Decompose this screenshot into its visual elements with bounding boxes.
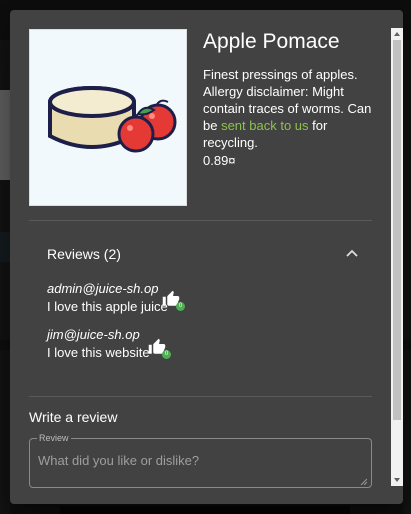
- like-count-badge: 0: [162, 350, 171, 359]
- apple-pomace-image: [48, 86, 177, 153]
- reviews-count: (2): [103, 246, 121, 262]
- reviews-expansion-header[interactable]: Reviews (2): [29, 234, 372, 276]
- divider: [29, 396, 372, 397]
- divider: [29, 220, 372, 221]
- scroll-thumb[interactable]: [393, 40, 401, 420]
- review-author: jim@juice-sh.op: [47, 327, 140, 342]
- product-price: 0.89¤: [203, 153, 236, 168]
- review-field-label: Review: [37, 433, 71, 444]
- like-button[interactable]: 0: [161, 290, 185, 311]
- reviews-label: Reviews: [47, 246, 100, 262]
- review-author: admin@juice-sh.op: [47, 281, 159, 296]
- review-message: I love this apple juice: [47, 299, 168, 314]
- scroll-up-arrow-icon[interactable]: [393, 30, 401, 38]
- product-image: [29, 29, 187, 206]
- review-textarea[interactable]: [38, 453, 358, 475]
- resize-handle-icon[interactable]: [360, 478, 367, 485]
- product-details-dialog: Apple Pomace Finest pressings of apples.…: [10, 10, 403, 504]
- like-count-badge: 0: [176, 302, 185, 311]
- chevron-up-icon: [346, 249, 358, 257]
- product-description: Finest pressings of apples. Allergy disc…: [203, 66, 383, 151]
- write-review-title: Write a review: [29, 409, 118, 425]
- like-button[interactable]: 0: [147, 338, 171, 359]
- reviews-title: Reviews (2): [47, 246, 121, 262]
- dialog-scrollbar[interactable]: [391, 28, 403, 486]
- review-item: jim@juice-sh.op I love this website: [47, 326, 150, 362]
- dialog-content: Apple Pomace Finest pressings of apples.…: [10, 10, 391, 504]
- review-form-field[interactable]: Review: [29, 433, 372, 488]
- send-back-link[interactable]: sent back to us: [221, 118, 308, 133]
- scroll-down-arrow-icon[interactable]: [393, 476, 401, 484]
- review-message: I love this website: [47, 345, 150, 360]
- product-title: Apple Pomace: [203, 30, 340, 53]
- review-item: admin@juice-sh.op I love this apple juic…: [47, 280, 168, 316]
